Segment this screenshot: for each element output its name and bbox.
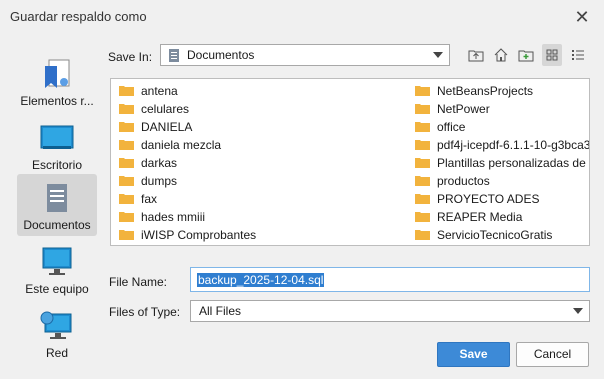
file-type-value: All Files <box>199 304 242 318</box>
folder-icon <box>119 194 134 204</box>
home-icon <box>494 48 508 62</box>
folder-name: Plantillas personalizadas de O <box>437 156 590 170</box>
save-button[interactable]: Save <box>437 342 510 367</box>
folder-name: dumps <box>141 174 178 188</box>
folder-name: ServicioTecnicoGratis <box>437 228 553 242</box>
folder-icon <box>415 194 430 204</box>
computer-icon <box>42 247 72 275</box>
details-view-icon <box>572 50 584 60</box>
folder-icon <box>119 86 134 96</box>
folder-name: iWISP Comprobantes <box>141 228 257 242</box>
file-list[interactable]: antena celulares DANIELA daniela mezcla … <box>110 78 590 246</box>
documents-icon <box>47 184 67 212</box>
place-this-pc[interactable]: Este equipo <box>17 238 97 300</box>
place-label: Documentos <box>23 218 91 232</box>
file-name-input[interactable]: backup_2025-12-04.sql <box>190 267 590 292</box>
folder-icon <box>415 230 430 240</box>
chevron-down-icon <box>573 308 583 314</box>
cancel-button[interactable]: Cancel <box>516 342 589 367</box>
up-folder-button[interactable] <box>466 44 486 66</box>
folder-name: hades mmiii <box>141 210 206 224</box>
folder-icon <box>415 140 430 150</box>
save-in-label: Save In: <box>108 50 153 64</box>
folder-name: daniela mezcla <box>141 138 222 152</box>
place-documents[interactable]: Documentos <box>17 174 97 236</box>
desktop-icon <box>40 125 74 149</box>
file-name-value: backup_2025-12-04.sql <box>197 273 325 287</box>
save-in-value: Documentos <box>187 48 255 62</box>
place-label: Elementos r... <box>20 94 94 108</box>
close-icon[interactable]: ✕ <box>572 7 592 27</box>
folder-icon <box>119 230 134 240</box>
place-label: Este equipo <box>25 282 89 296</box>
details-view-button[interactable] <box>568 44 588 66</box>
list-view-button[interactable] <box>542 44 562 66</box>
folder-icon <box>415 212 430 222</box>
folder-name: pdf4j-icepdf-6.1.1-10-g3bca3 <box>437 138 590 152</box>
folder-name: DANIELA <box>141 120 193 134</box>
folder-name: fax <box>141 192 158 206</box>
place-network[interactable]: Red <box>17 302 97 364</box>
folder-name: NetBeansProjects <box>437 84 534 98</box>
folder-icon <box>415 122 430 132</box>
new-folder-button[interactable] <box>516 44 536 66</box>
folder-name: PROYECTO ADES <box>437 192 540 206</box>
place-desktop[interactable]: Escritorio <box>17 114 97 176</box>
folder-name: darkas <box>141 156 178 170</box>
folder-icon <box>119 176 134 186</box>
folder-name: NetPower <box>437 102 490 116</box>
folder-icon <box>119 212 134 222</box>
place-label: Escritorio <box>31 158 82 172</box>
file-type-combo[interactable]: All Files <box>190 300 590 322</box>
new-folder-icon <box>518 50 534 62</box>
folder-icon <box>119 122 134 132</box>
place-label: Red <box>45 346 68 360</box>
folder-icon <box>119 140 134 150</box>
folder-icon <box>415 158 430 168</box>
file-name-label: File Name: <box>109 275 168 289</box>
place-recent-items[interactable]: Elementos r... <box>17 50 97 112</box>
folder-name: antena <box>141 84 178 98</box>
folder-name: productos <box>437 174 490 188</box>
network-icon <box>40 311 72 339</box>
folder-name: REAPER Media <box>437 210 523 224</box>
folder-icon <box>415 104 430 114</box>
chevron-down-icon <box>433 52 443 58</box>
folder-name: office <box>437 120 466 134</box>
folder-icon <box>415 86 430 96</box>
folder-icon <box>415 176 430 186</box>
documents-icon <box>169 49 179 62</box>
home-button[interactable] <box>491 44 511 66</box>
window-title: Guardar respaldo como <box>10 9 147 24</box>
grid-view-icon <box>546 49 558 61</box>
title-bar: Guardar respaldo como ✕ <box>0 0 604 34</box>
recent-items-icon <box>45 59 70 88</box>
file-type-label: Files of Type: <box>109 305 181 319</box>
save-in-combo[interactable]: Documentos <box>160 44 450 66</box>
folder-icon <box>119 104 134 114</box>
folder-icon <box>119 158 134 168</box>
up-folder-icon <box>468 50 484 62</box>
folder-name: celulares <box>141 102 190 116</box>
